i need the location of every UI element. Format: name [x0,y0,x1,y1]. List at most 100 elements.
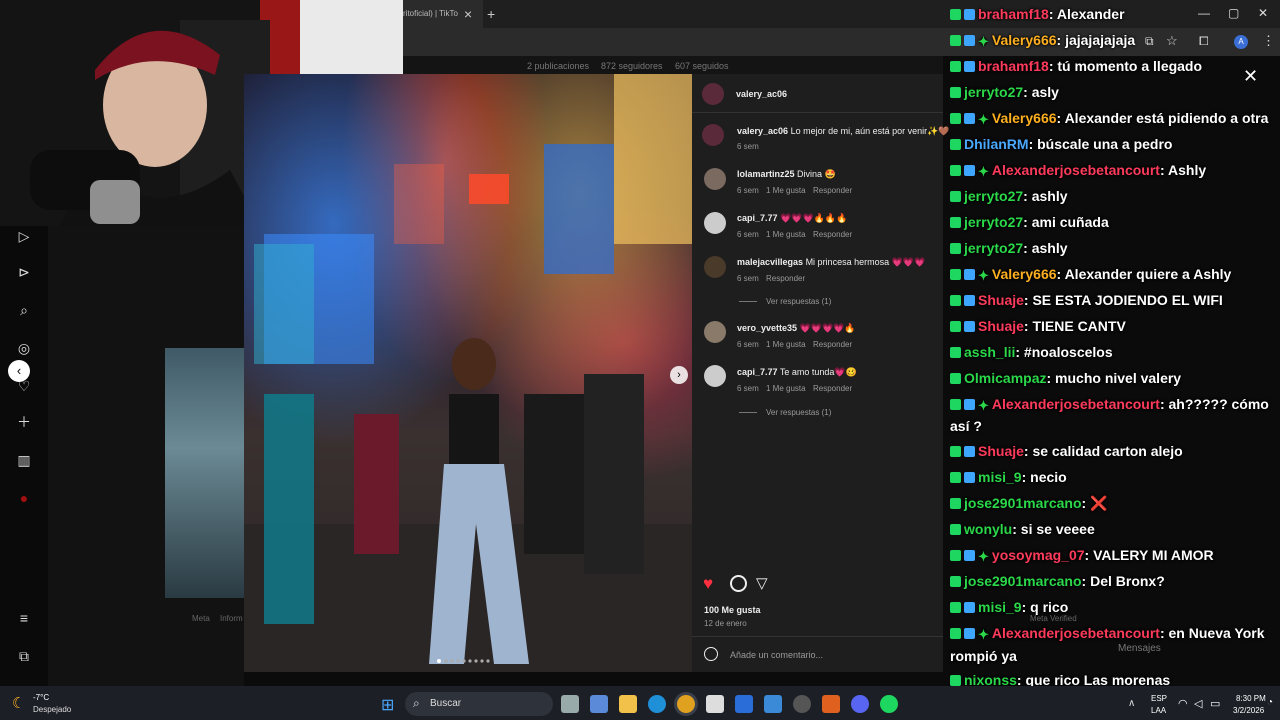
comment-username[interactable]: capi_7.77 [737,367,778,377]
chat-username[interactable]: Valery666 [992,266,1057,282]
chat-username[interactable]: brahamf18 [978,6,1049,22]
create-plus-icon[interactable]: ＋ [14,412,34,432]
weather-desc[interactable]: Despejado [33,705,71,714]
chat-username[interactable]: misi_9 [978,469,1022,485]
chat-username[interactable]: brahamf18 [978,58,1049,74]
following-count[interactable]: 607 seguidos [675,61,729,71]
chat-username[interactable]: Olmicampaz [964,370,1046,386]
mail-icon[interactable] [764,695,782,713]
footer-info[interactable]: Inform [220,614,243,623]
clock-date[interactable]: 3/2/2026 [1233,706,1264,715]
app-icon[interactable] [735,695,753,713]
reply-button[interactable]: Responder [766,274,805,283]
comment-input[interactable]: Añade un comentario... [730,650,823,660]
chat-username[interactable]: Valery666 [992,32,1057,48]
post-author[interactable]: valery_ac06 [736,89,787,99]
reels-icon[interactable]: ▷ [14,226,34,246]
view-replies-button[interactable]: Ver respuestas (1) [766,297,831,306]
comment-avatar[interactable] [704,365,726,387]
comment-avatar[interactable] [704,212,726,234]
edge-icon[interactable] [648,695,666,713]
chat-username[interactable]: Alexanderjosebetancourt [992,162,1160,178]
comment-username[interactable]: vero_yvette35 [737,323,797,333]
comment-likes[interactable]: 1 Me gusta [766,384,806,393]
chat-username[interactable]: jose2901marcano [964,573,1082,589]
comment-avatar[interactable] [704,168,726,190]
windows-start-icon[interactable]: ⊞ [381,695,394,715]
heart-icon[interactable]: ♥ [703,574,713,594]
chat-username[interactable]: jerryto27 [964,240,1023,256]
search-icon[interactable]: ⌕ [14,300,34,320]
notification-bell-icon[interactable]: ◔ [1267,697,1273,708]
explore-icon[interactable]: ⊳ [14,262,34,282]
followers-count[interactable]: 872 seguidores [601,61,663,71]
obs-icon[interactable] [793,695,811,713]
menu-dots-icon[interactable]: ⋮ [1262,33,1275,49]
comment-avatar[interactable] [702,124,724,146]
previous-post-button[interactable]: ‹ [8,360,30,382]
maximize-icon[interactable]: ▢ [1228,6,1239,20]
store-icon[interactable] [706,695,724,713]
file-explorer-icon[interactable] [619,695,637,713]
cast-icon[interactable]: ⧉ [1145,34,1154,49]
chat-username[interactable]: Shuaje [978,292,1024,308]
author-avatar[interactable] [702,83,724,105]
wifi-icon[interactable]: ◠ [1178,697,1188,710]
comment-likes[interactable]: 1 Me gusta [766,186,806,195]
chat-username[interactable]: jose2901marcano [964,495,1082,511]
close-icon[interactable]: ✕ [1243,66,1258,87]
messages-button[interactable]: Mensajes [1118,643,1161,654]
post-photo[interactable] [244,74,692,672]
battery-icon[interactable]: ▭ [1210,697,1220,710]
comment-avatar[interactable] [704,321,726,343]
clock-time[interactable]: 8:30 PM [1236,694,1266,703]
chat-username[interactable]: assh_lii [964,344,1015,360]
chat-username[interactable]: Alexanderjosebetancourt [992,625,1160,641]
chat-username[interactable]: DhilanRM [964,136,1029,152]
window-close-icon[interactable]: ✕ [1258,6,1268,20]
comment-icon[interactable] [730,575,747,592]
chat-username[interactable]: wonylu [964,521,1012,537]
tab-close-button[interactable]: × [464,0,472,28]
comment-username[interactable]: valery_ac06 [737,126,788,136]
task-view-icon[interactable] [561,695,579,713]
discord-icon[interactable] [851,695,869,713]
profile-icon[interactable]: ● [14,488,34,508]
reply-button[interactable]: Responder [813,384,852,393]
likes-count[interactable]: 100 Me gusta [704,605,761,615]
emoji-icon[interactable] [704,647,718,661]
new-tab-button[interactable]: + [487,0,495,28]
comment-avatar[interactable] [704,256,726,278]
comment-username[interactable]: malejacvillegas [737,257,803,267]
reply-button[interactable]: Responder [813,340,852,349]
chat-username[interactable]: yosoymag_07 [992,547,1085,563]
weather-moon-icon[interactable]: ☾ [12,694,25,712]
reply-button[interactable]: Responder [813,230,852,239]
volume-icon[interactable]: ◁ [1194,697,1202,710]
profile-avatar[interactable]: A [1234,35,1248,49]
reading-list-icon[interactable]: ⧠ [1199,34,1209,49]
minimize-icon[interactable]: — [1198,6,1210,20]
spotify-icon[interactable] [880,695,898,713]
comment-username[interactable]: capi_7.77 [737,213,778,223]
comment-likes[interactable]: 1 Me gusta [766,230,806,239]
comment-likes[interactable]: 1 Me gusta [766,340,806,349]
language-top[interactable]: ESP [1151,694,1167,703]
more-menu-icon[interactable]: ≡ [14,608,34,628]
bookmark-star-icon[interactable]: ☆ [1166,33,1178,49]
chat-username[interactable]: Alexanderjosebetancourt [992,396,1160,412]
view-replies-button[interactable]: Ver respuestas (1) [766,408,831,417]
chat-username[interactable]: Shuaje [978,443,1024,459]
chat-username[interactable]: jerryto27 [964,84,1023,100]
tray-chevron-icon[interactable]: ∧ [1128,698,1135,709]
dashboard-icon[interactable]: ▥ [14,450,34,470]
next-image-button[interactable]: › [670,366,688,384]
weather-temp[interactable]: -7°C [33,693,49,702]
search-box[interactable]: ⌕ Buscar [405,692,553,716]
share-icon[interactable]: ▽ [756,574,768,592]
chat-username[interactable]: Shuaje [978,318,1024,334]
footer-meta[interactable]: Meta [192,614,210,623]
chat-username[interactable]: jerryto27 [964,188,1023,204]
fl-studio-icon[interactable] [822,695,840,713]
reply-button[interactable]: Responder [813,186,852,195]
